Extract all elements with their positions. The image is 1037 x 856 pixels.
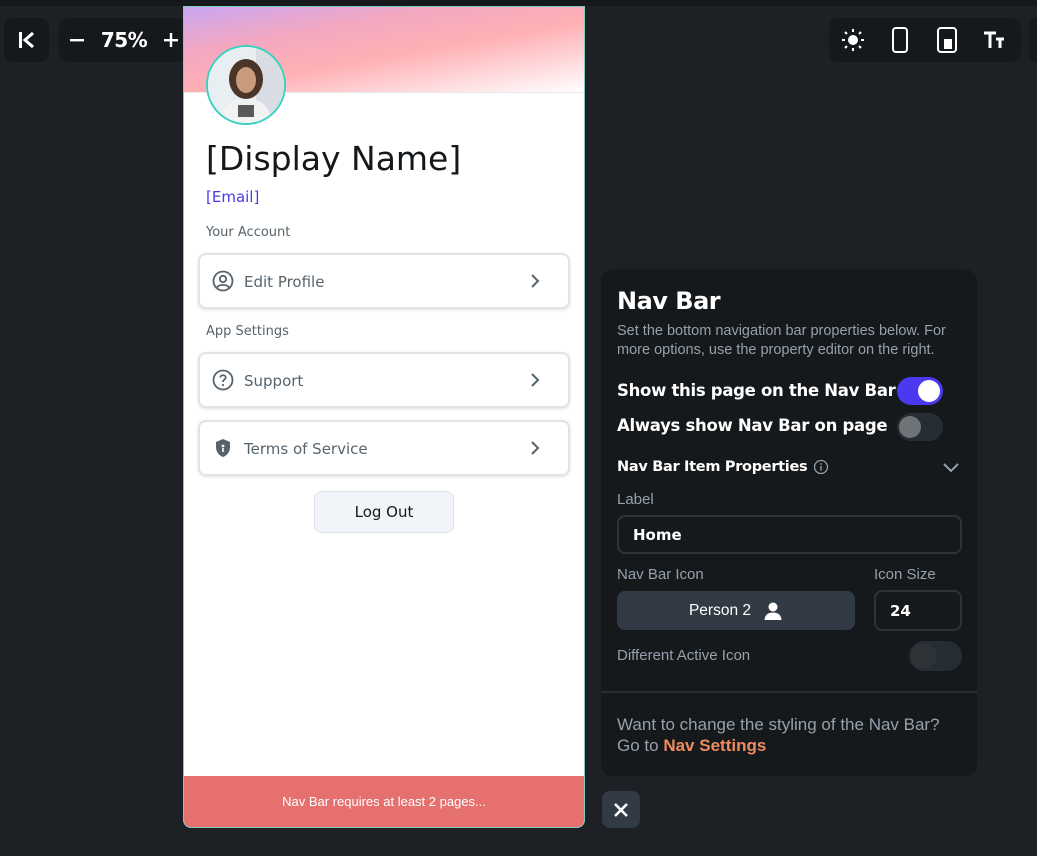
log-out-button[interactable]: Log Out <box>314 491 454 533</box>
edit-profile-label: Edit Profile <box>244 273 325 291</box>
avatar[interactable] <box>206 45 286 125</box>
info-icon[interactable] <box>813 459 829 475</box>
shield-icon <box>216 439 230 457</box>
support-card[interactable]: Support <box>198 352 570 408</box>
different-active-label: Different Active Icon <box>617 647 751 664</box>
zoom-out-icon <box>70 39 84 42</box>
edit-profile-card[interactable]: Edit Profile <box>198 253 570 309</box>
nav-settings-link[interactable]: Nav Settings <box>663 736 766 755</box>
panel-title: Nav Bar <box>617 287 721 315</box>
icon-size-input[interactable]: 24 <box>874 590 962 631</box>
collapse-sidebar-icon <box>9 22 45 58</box>
nav-bar-warning: Nav Bar requires at least 2 pages... <box>184 776 584 827</box>
text-scale-button[interactable] <box>976 22 1012 58</box>
panel-description: Set the bottom navigation bar properties… <box>617 323 946 358</box>
phone-preview: [Display Name] [Email] Your Account Edit… <box>183 6 585 828</box>
nav-settings-hint: Want to change the styling of the Nav Ba… <box>617 714 962 756</box>
section-label-settings: App Settings <box>206 324 289 339</box>
chevron-right-icon <box>531 441 540 455</box>
panel-divider <box>601 691 977 693</box>
help-circle-icon <box>212 369 234 391</box>
zoom-out-button[interactable] <box>59 22 95 58</box>
text-scale-icon <box>984 31 1004 48</box>
avatar-image <box>208 47 284 123</box>
close-icon <box>614 802 628 817</box>
terms-of-service-card[interactable]: Terms of Service <box>198 420 570 476</box>
tablet-device-button[interactable] <box>929 22 965 58</box>
show-on-nav-toggle[interactable] <box>897 377 943 405</box>
chevron-right-icon <box>531 373 540 387</box>
section-label-account: Your Account <box>206 225 291 240</box>
collapse-sidebar-button[interactable] <box>4 18 49 62</box>
item-properties-header[interactable]: Nav Bar Item Properties <box>617 459 829 475</box>
icon-size-label: Icon Size <box>874 566 936 583</box>
close-panel-button[interactable] <box>602 791 640 828</box>
zoom-level: 75% <box>100 28 148 52</box>
theme-sun-icon <box>842 29 864 51</box>
terms-label: Terms of Service <box>244 440 368 458</box>
theme-toggle-button[interactable] <box>835 22 871 58</box>
chevron-down-icon[interactable] <box>942 461 960 475</box>
different-active-toggle[interactable] <box>909 641 962 671</box>
nav-bar-icon-picker[interactable]: Person 2 <box>617 591 855 630</box>
always-show-toggle[interactable] <box>897 413 943 441</box>
phone-device-icon <box>892 27 908 53</box>
tablet-device-icon <box>937 27 957 53</box>
toolbar-overflow <box>1029 18 1037 62</box>
person-icon <box>764 602 782 620</box>
phone-device-button[interactable] <box>882 22 918 58</box>
show-on-nav-label: Show this page on the Nav Bar <box>617 381 896 400</box>
nav-bar-icon-label: Nav Bar Icon <box>617 566 704 583</box>
display-name: [Display Name] <box>206 139 462 178</box>
device-toolbar <box>829 18 1021 62</box>
support-label: Support <box>244 372 304 390</box>
chevron-right-icon <box>531 274 540 288</box>
item-properties-label: Nav Bar Item Properties <box>617 459 808 475</box>
account-circle-icon <box>212 270 234 292</box>
icon-value: Person 2 <box>688 601 752 619</box>
email-text: [Email] <box>206 188 260 206</box>
always-show-label: Always show Nav Bar on page <box>617 416 888 435</box>
zoom-control: 75% <box>59 18 189 62</box>
label-field-label: Label <box>617 491 654 508</box>
nav-bar-panel: Nav Bar Set the bottom navigation bar pr… <box>601 269 977 776</box>
zoom-in-icon <box>164 33 178 47</box>
label-input[interactable]: Home <box>617 515 962 554</box>
